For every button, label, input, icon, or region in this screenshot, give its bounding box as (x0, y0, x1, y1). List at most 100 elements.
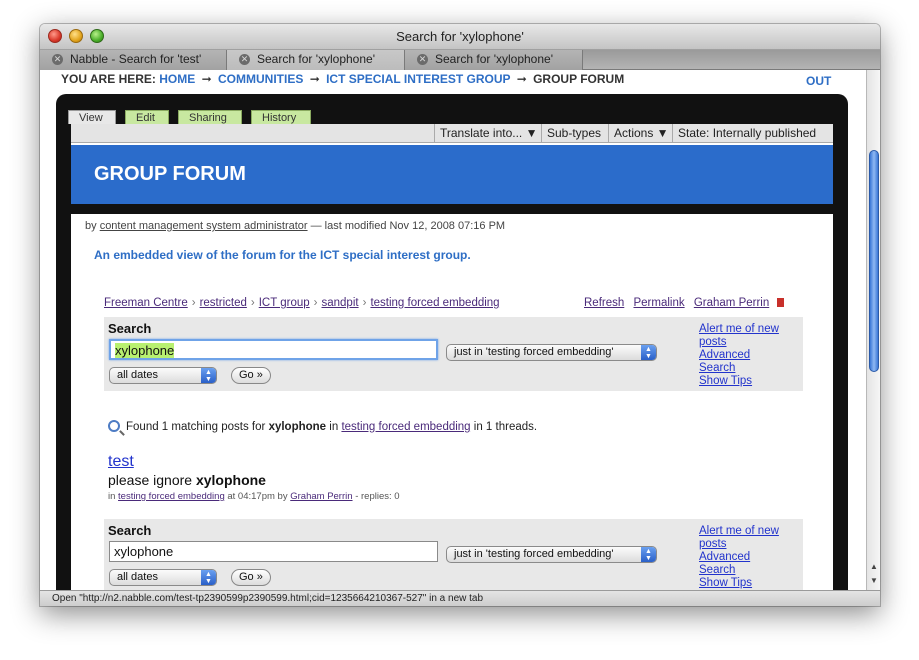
tab-search-xylophone[interactable]: ✕ Search for 'xylophone' (405, 50, 583, 70)
breadcrumb-ict-group[interactable]: ICT SPECIAL INTEREST GROUP (326, 72, 510, 86)
breadcrumb-home[interactable]: HOME (159, 72, 195, 86)
page-title: GROUP FORUM (94, 163, 246, 185)
action-bar: Translate into... ▼ Sub-types Actions ▼ … (71, 124, 833, 158)
dates-value: all dates (117, 369, 158, 381)
meta-author-link[interactable]: Graham Perrin (290, 491, 352, 502)
select-arrows-icon: ▲ ▼ (641, 345, 656, 360)
snippet-text: please ignore (108, 472, 193, 488)
result-snippet: please ignore xylophone (108, 472, 266, 488)
separator: › (313, 297, 318, 309)
tab-history[interactable]: History (251, 110, 311, 124)
scroll-thumb[interactable] (869, 150, 879, 372)
advanced-link[interactable]: Advanced (699, 551, 799, 564)
alert-posts-link[interactable]: posts (699, 538, 799, 551)
snippet-term: xylophone (195, 472, 266, 488)
scope-select[interactable]: just in 'testing forced embedding' ▲ ▼ (446, 344, 657, 361)
search-input[interactable]: xylophone (109, 339, 438, 360)
separator: › (362, 297, 367, 309)
select-arrows-icon: ▲ ▼ (201, 368, 216, 383)
search-box-top: Search xylophone just in 'testing forced… (104, 317, 803, 391)
close-icon[interactable]: ✕ (239, 54, 250, 65)
search-label: Search (108, 523, 152, 538)
tab-edit[interactable]: Edit (125, 110, 169, 124)
separator: › (191, 297, 196, 309)
logout-link[interactable]: OUT (806, 74, 831, 88)
user-link[interactable]: Graham Perrin (694, 297, 769, 309)
scope-select[interactable]: just in 'testing forced embedding' ▲ ▼ (446, 546, 657, 563)
forum-crumb-sandpit[interactable]: sandpit (322, 297, 359, 309)
tab-search-xylophone-active[interactable]: ✕ Search for 'xylophone' (227, 50, 405, 70)
tab-label: Search for 'xylophone' (257, 52, 375, 66)
window-title: Search for 'xylophone' (396, 29, 524, 44)
permalink-link[interactable]: Permalink (633, 297, 684, 309)
dates-select[interactable]: all dates ▲ ▼ (109, 367, 217, 384)
breadcrumb-prefix: YOU ARE HERE: (61, 72, 156, 86)
go-button[interactable]: Go » (231, 367, 271, 384)
meta-time: at 04:17pm by (227, 491, 288, 502)
alert-new-posts-link[interactable]: Alert me of new (699, 323, 799, 336)
search-side-links: Alert me of new posts Advanced Search Sh… (699, 323, 799, 388)
dates-select[interactable]: all dates ▲ ▼ (109, 569, 217, 586)
search-query: xylophone (115, 343, 175, 358)
arrow-icon: ➞ (309, 72, 320, 86)
forum-crumb-restricted[interactable]: restricted (200, 297, 247, 309)
result-title-link[interactable]: test (108, 453, 134, 471)
scroll-up-icon[interactable]: ▲ (867, 560, 880, 574)
subtypes-menu[interactable]: Sub-types (541, 124, 606, 142)
scroll-down-icon[interactable]: ▼ (867, 574, 880, 588)
found-suffix: in 1 threads. (473, 421, 538, 433)
go-button[interactable]: Go » (231, 569, 271, 586)
tab-label: Nabble - Search for 'test' (70, 52, 202, 66)
byline: by content management system administrat… (85, 220, 505, 232)
separator: › (250, 297, 255, 309)
page-description: An embedded view of the forum for the IC… (94, 248, 471, 262)
tab-nabble-search-test[interactable]: ✕ Nabble - Search for 'test' (40, 50, 227, 70)
search-icon (108, 420, 120, 432)
show-tips-link[interactable]: Show Tips (699, 375, 799, 388)
banner-divider (71, 204, 833, 214)
advanced-search-link[interactable]: Search (699, 362, 799, 375)
translate-menu[interactable]: Translate into... ▼ (434, 124, 542, 142)
actions-menu[interactable]: Actions ▼ (608, 124, 674, 142)
meta-forum-link[interactable]: testing forced embedding (118, 491, 225, 502)
advanced-link[interactable]: Advanced (699, 349, 799, 362)
forum-crumb-ict-group[interactable]: ICT group (259, 297, 310, 309)
tab-label: Search for 'xylophone' (435, 52, 553, 66)
show-tips-link[interactable]: Show Tips (699, 577, 799, 590)
arrow-icon: ➞ (516, 72, 527, 86)
search-side-links: Alert me of new posts Advanced Search Sh… (699, 525, 799, 590)
refresh-link[interactable]: Refresh (584, 297, 624, 309)
close-icon[interactable]: ✕ (52, 54, 63, 65)
flag-icon[interactable] (777, 298, 785, 307)
select-arrows-icon: ▲ ▼ (201, 570, 216, 585)
search-box-bottom: Search xylophone just in 'testing forced… (104, 519, 803, 590)
search-label: Search (108, 321, 152, 336)
browser-window: Search for 'xylophone' ✕ Nabble - Search… (40, 24, 880, 606)
alert-new-posts-link[interactable]: Alert me of new (699, 525, 799, 538)
dates-value: all dates (117, 571, 158, 583)
found-forum-link[interactable]: testing forced embedding (341, 421, 470, 433)
tab-view[interactable]: View (68, 110, 116, 124)
byline-prefix: by (85, 220, 97, 232)
state-menu[interactable]: State: Internally published ▼ (672, 124, 833, 158)
breadcrumb-communities[interactable]: COMMUNITIES (218, 72, 303, 86)
meta-replies: - replies: 0 (355, 491, 400, 502)
forum-crumb-freeman[interactable]: Freeman Centre (104, 297, 188, 309)
forum-crumb-testing[interactable]: testing forced embedding (370, 297, 499, 309)
breadcrumb-current: GROUP FORUM (533, 72, 625, 86)
page-banner: GROUP FORUM (71, 145, 833, 204)
author-link[interactable]: content management system administrator (100, 220, 308, 232)
tab-sharing[interactable]: Sharing (178, 110, 242, 124)
advanced-search-link[interactable]: Search (699, 564, 799, 577)
alert-posts-link[interactable]: posts (699, 336, 799, 349)
vertical-scrollbar[interactable]: ▲ ▼ (866, 70, 880, 590)
search-input[interactable]: xylophone (109, 541, 438, 562)
breadcrumb: YOU ARE HERE: HOME ➞ COMMUNITIES ➞ ICT S… (61, 72, 624, 86)
title-bar: Search for 'xylophone' (40, 24, 880, 50)
modified-date: — last modified Nov 12, 2008 07:16 PM (310, 220, 506, 232)
forum-breadcrumb: Freeman Centre › restricted › ICT group › sand… (104, 297, 500, 309)
select-arrows-icon: ▲ ▼ (641, 547, 656, 562)
close-icon[interactable]: ✕ (417, 54, 428, 65)
arrow-icon: ➞ (201, 72, 212, 86)
results-summary: Found 1 matching posts for xylophone in … (108, 420, 537, 433)
